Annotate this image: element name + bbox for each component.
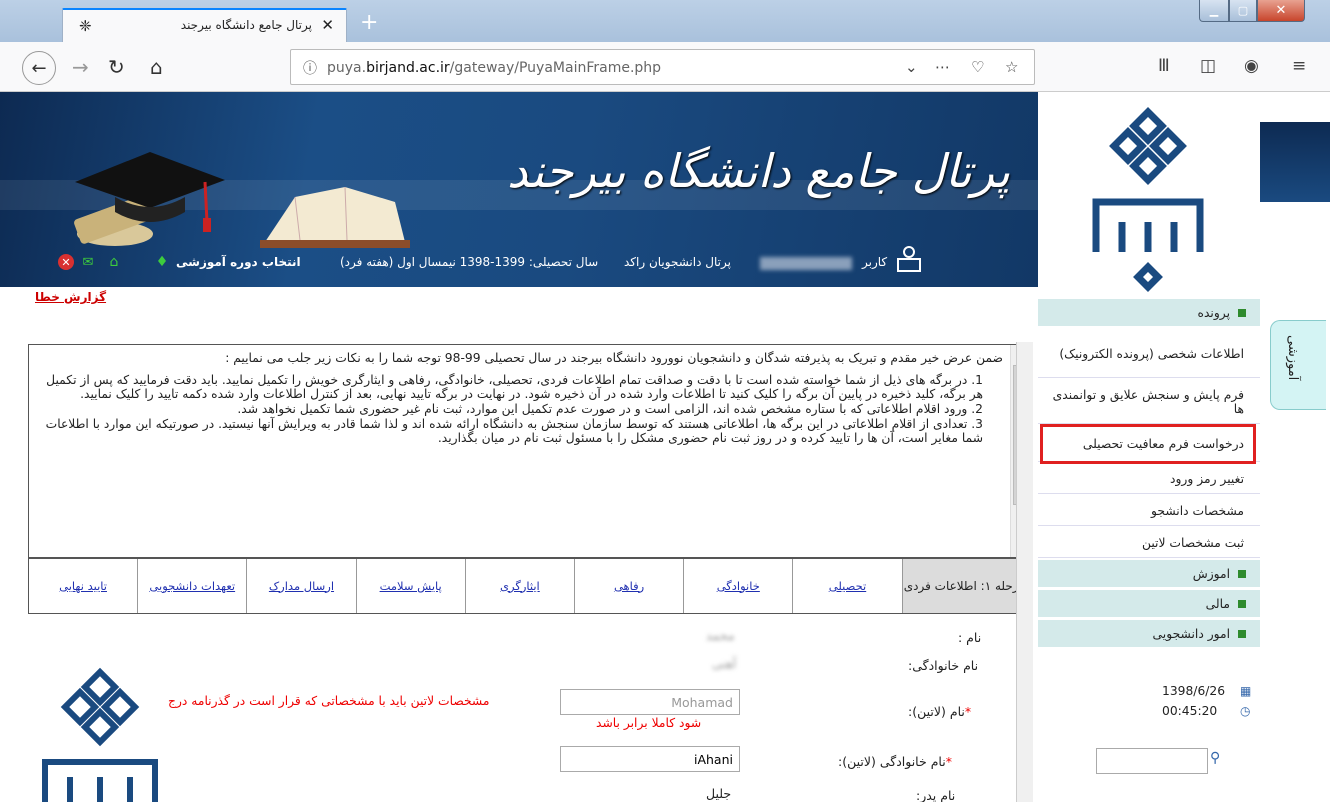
name-value: محمد [706, 628, 735, 643]
graduation-cap-icon [74, 152, 410, 248]
chevron-down-icon[interactable]: ⌄ [905, 58, 918, 76]
notice-box: ضمن عرض خیر مقدم و تبریک به پذیرفته شدگا… [28, 344, 1028, 558]
back-icon[interactable]: ← [22, 51, 56, 85]
latin-name-input[interactable] [560, 689, 740, 715]
portal-banner: پرتال جامع دانشگاه بیرجند کاربر پرتال دا… [0, 92, 1038, 287]
sidebar-toggle-icon[interactable]: ◫ [1200, 56, 1216, 76]
name-label: نام : [958, 630, 982, 645]
new-tab-icon[interactable]: + [360, 10, 378, 35]
url-text: puya.birjand.ac.ir/gateway/PuyaMainFrame… [327, 60, 662, 76]
university-logo-icon [1092, 107, 1204, 292]
university-logo-icon [897, 246, 921, 272]
pocket-icon[interactable]: ♡ [971, 58, 984, 76]
user-label: کاربر [862, 255, 888, 269]
window-close-button[interactable]: ✕ [1257, 0, 1305, 22]
more-actions-icon[interactable]: ⋯ [935, 58, 950, 76]
url-bar[interactable]: ⓘ puya.birjand.ac.ir/gateway/PuyaMainFra… [290, 49, 1035, 85]
date-text: 1398/6/26 [1162, 684, 1226, 698]
browser-titlebar: ❈ پرتال جامع دانشگاه بیرجند ✕ + ▁ ▢ ✕ [0, 0, 1330, 42]
page-content: پرتال جامع دانشگاه بیرجند کاربر پرتال دا… [0, 92, 1330, 802]
menu-section-file[interactable]: پرونده [1038, 299, 1260, 327]
right-strip: آموزشی [1260, 92, 1330, 802]
bookmark-star-icon[interactable]: ☆ [1005, 58, 1018, 76]
term-info: سال تحصیلی: 1399-1398 نیمسال اول (هفته ف… [340, 255, 599, 269]
father-label: نام پدر: [916, 788, 956, 802]
step-link-commitments[interactable]: تعهدات دانشجویی [137, 559, 246, 613]
menu-icon[interactable]: ≡ [1292, 56, 1306, 76]
university-logo-icon [42, 667, 158, 802]
family-label: نام خانوادگی: [908, 658, 979, 673]
library-icon[interactable]: Ⅲ [1158, 56, 1170, 76]
tab-close-icon[interactable]: ✕ [321, 16, 334, 34]
menu-section-finance[interactable]: مالی [1038, 590, 1260, 618]
steps-table: مرحله ۱: اطلاعات فردی تحصیلی خانوادگی رف… [28, 558, 1028, 614]
sidebar-logo [1038, 92, 1260, 297]
report-error-link[interactable]: گزارش خطا [35, 290, 106, 304]
reload-icon[interactable]: ↻ [108, 42, 125, 92]
father-value: جليل [706, 786, 732, 801]
tab-title: پرتال جامع دانشگاه بیرجند [180, 18, 312, 32]
notice-item: 3. تعدادی از اقلام اطلاعاتی در این برگه … [45, 417, 983, 445]
latin-family-input[interactable] [560, 746, 740, 772]
step-link-welfare[interactable]: رفاهی [573, 559, 683, 613]
menu-item-assessment-form[interactable]: فرم پایش و سنجش علایق و توانمندی ها [1038, 380, 1260, 424]
menu-item-personal-info[interactable]: اطلاعات شخصی (پرونده الکترونیک) [1038, 330, 1260, 378]
step-link-family[interactable]: خانوادگی [683, 559, 792, 613]
menu-section-student-affairs[interactable]: امور دانشجویی [1038, 620, 1260, 648]
menu-item-latin-info[interactable]: ثبت مشخصات لاتین [1038, 528, 1260, 558]
step-link-sacrifice[interactable]: ایثارگری [464, 559, 574, 613]
time-text: 00:45:20 [1162, 704, 1218, 718]
site-title: پرتال جامع دانشگاه بیرجند [506, 144, 1010, 198]
step-current: مرحله ۱: اطلاعات فردی [901, 559, 1027, 613]
menu-item-student-info[interactable]: مشخصات دانشجو [1038, 496, 1260, 526]
calendar-icon: ▦ [1240, 684, 1252, 698]
step-link-education[interactable]: تحصیلی [792, 559, 901, 613]
step-link-final[interactable]: تایید نهایی [29, 559, 137, 613]
status-bar: کاربر پرتال دانشجویان راکد سال تحصیلی: 1… [0, 237, 1038, 287]
latin-error-line1: مشخصات لاتین باید با مشخصاتی که قرار است… [168, 694, 490, 708]
notice-item: 2. ورود اقلام اطلاعاتی که با ستاره مشخص … [237, 402, 983, 416]
browser-navbar: ← → ↻ ⌂ ⓘ puya.birjand.ac.ir/gateway/Puy… [0, 42, 1330, 92]
education-tab[interactable]: آموزشی [1270, 320, 1326, 410]
site-favicon-icon: ❈ [79, 17, 92, 35]
sidebar: پرونده اطلاعات شخصی (پرونده الکترونیک) ف… [1038, 92, 1260, 802]
clock-icon: ◷ [1240, 704, 1251, 718]
portal-name: پرتال دانشجویان راکد [624, 255, 731, 269]
username-value [760, 257, 852, 270]
menu-item-change-password[interactable]: تغییر رمز ورود [1038, 464, 1260, 494]
latin-error-line2: شود کاملا برابر باشد [596, 716, 702, 730]
latin-family-label: *نام خانوادگی (لاتین): [838, 754, 952, 769]
forward-icon[interactable]: → [72, 42, 89, 92]
window-maximize-button[interactable]: ▢ [1229, 0, 1257, 22]
notice-intro: ضمن عرض خیر مقدم و تبریک به پذیرفته شدگا… [225, 351, 1003, 365]
step-link-health[interactable]: پایش سلامت [355, 559, 465, 613]
highlight-box [1040, 424, 1256, 464]
step-link-documents[interactable]: ارسال مدارک [246, 559, 355, 613]
search-icon[interactable]: ⚲ [1210, 750, 1220, 766]
family-value: آهنی [712, 656, 737, 671]
notice-item: 1. در برگه های ذیل از شما خواسته شده است… [46, 373, 983, 401]
bell-icon[interactable]: ♦ [154, 254, 170, 270]
page-scrollbar[interactable] [1016, 342, 1033, 802]
home-icon[interactable]: ⌂ [106, 254, 122, 270]
extension-icon[interactable]: ◉ [1244, 56, 1259, 76]
latin-name-label: *نام (لاتین): [908, 704, 972, 719]
home-icon[interactable]: ⌂ [150, 42, 163, 92]
select-period-link[interactable]: انتخاب دوره آموزشی [176, 255, 301, 269]
browser-tab[interactable]: ❈ پرتال جامع دانشگاه بیرجند ✕ [62, 8, 347, 42]
mail-icon[interactable]: ✉ [80, 254, 96, 270]
logout-icon[interactable]: ✕ [58, 254, 74, 270]
menu-section-education[interactable]: اموزش [1038, 560, 1260, 588]
sidebar-search-input[interactable] [1096, 748, 1208, 774]
site-info-icon[interactable]: ⓘ [303, 58, 317, 78]
window-minimize-button[interactable]: ▁ [1199, 0, 1229, 22]
